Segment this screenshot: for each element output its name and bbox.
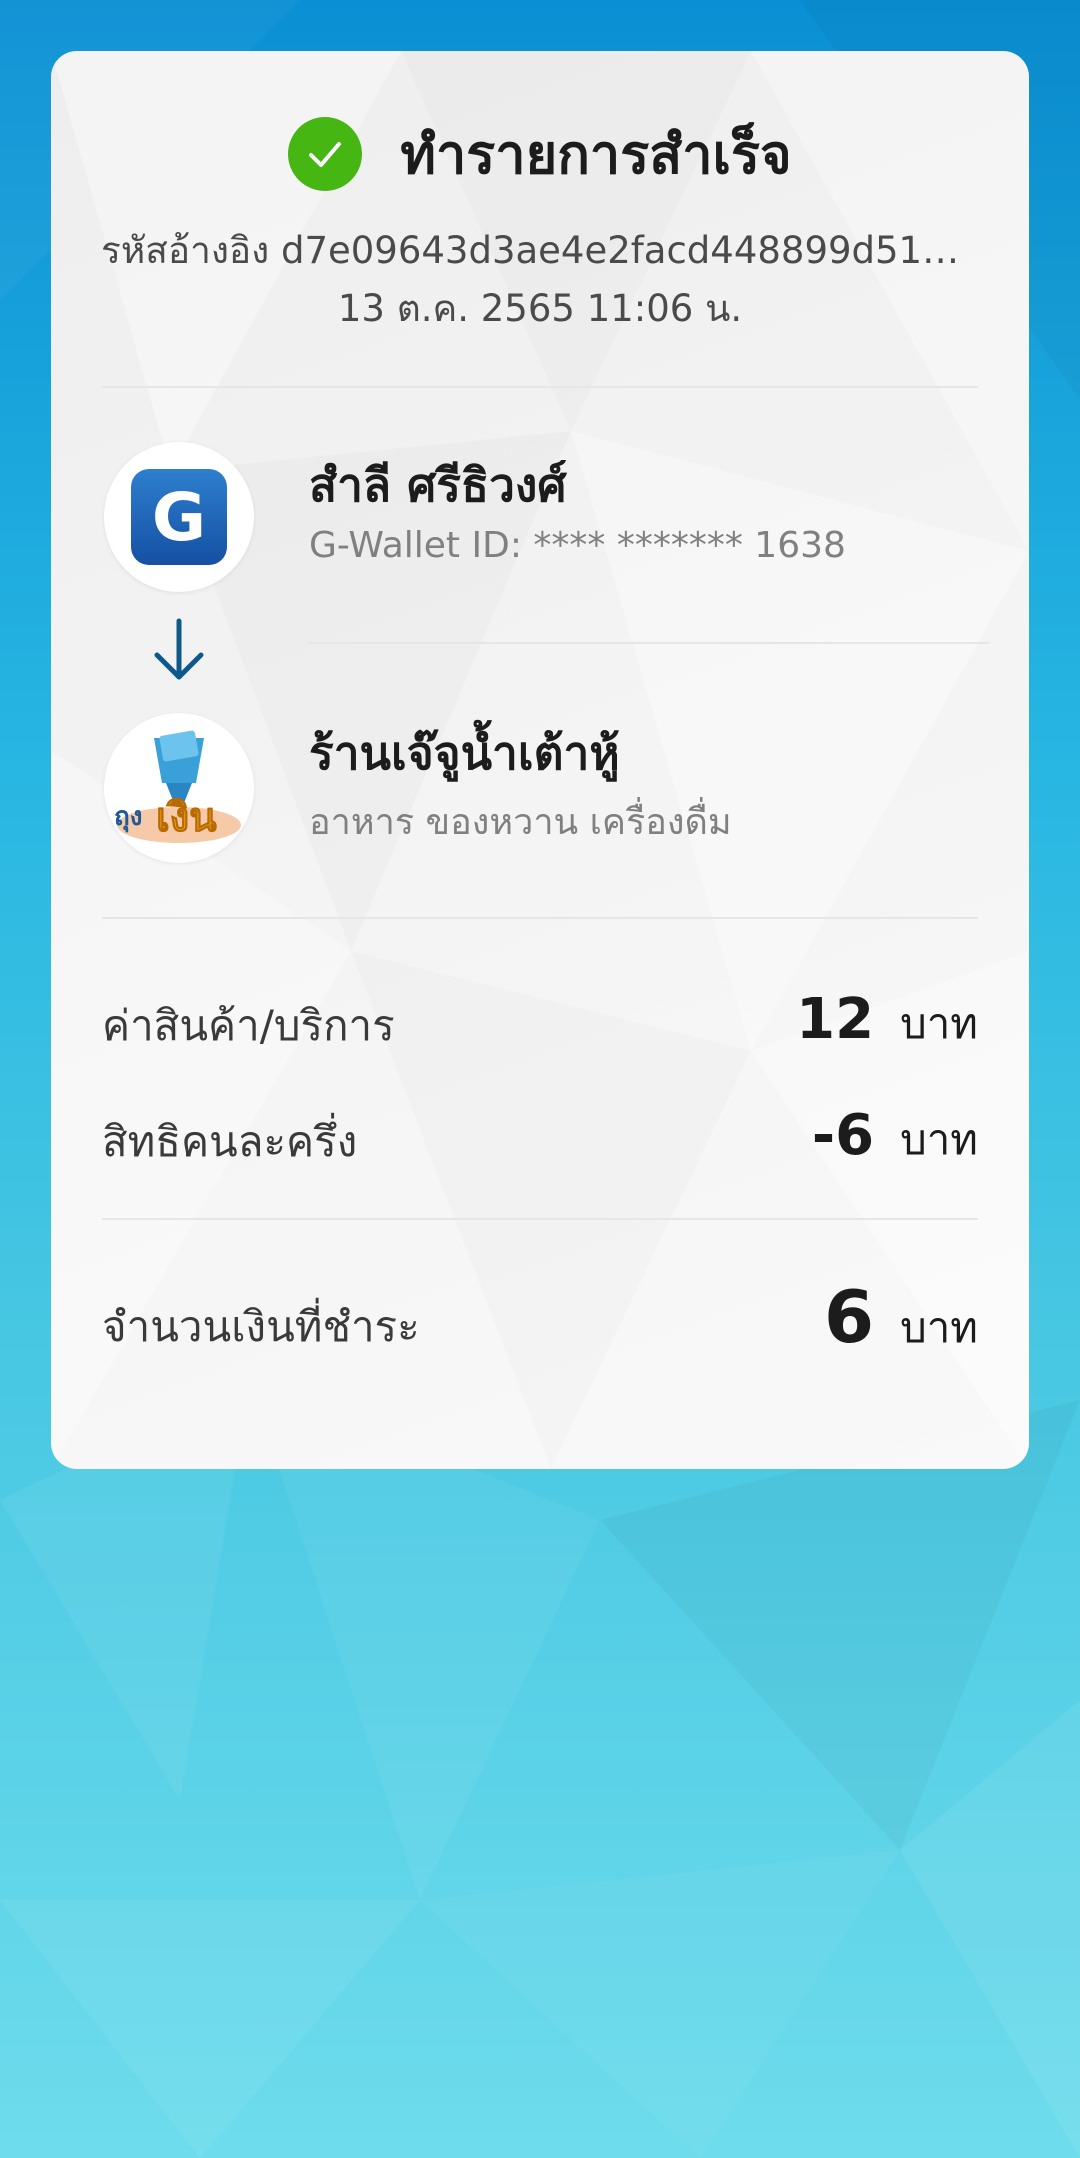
status-header: ทำรายการสำเร็จ: [51, 111, 1029, 197]
reference-id: รหัสอ้างอิง d7e09643d3ae4e2facd448899d51…: [101, 229, 979, 272]
divider: [309, 642, 989, 644]
discount-unit: บาท: [900, 1115, 978, 1164]
arrow-down-icon: [154, 618, 204, 680]
payee-logo: ถุง เงิน: [104, 713, 254, 863]
divider: [102, 386, 978, 388]
discount-label: สิทธิคนละครึ่ง: [102, 1117, 358, 1166]
g-wallet-icon: G: [131, 469, 227, 565]
discount-value: -6: [811, 1103, 875, 1168]
total-amount: 6 บาท: [824, 1275, 978, 1361]
thung-ngoen-icon: ถุง เงิน: [114, 730, 241, 843]
svg-text:เงิน: เงิน: [156, 795, 217, 841]
payee-name: ร้านเจ๊จูน้ำเต้าหู้: [309, 726, 620, 780]
discount-amount: -6 บาท: [812, 1103, 978, 1173]
price-amount: 12 บาท: [796, 987, 978, 1057]
total-label: จำนวนเงินที่ชำระ: [102, 1302, 420, 1351]
transaction-datetime: 13 ต.ค. 2565 11:06 น.: [337, 287, 743, 330]
payer-name: สำลี ศรีธิวงศ์: [309, 458, 567, 512]
price-unit: บาท: [900, 999, 978, 1048]
price-label: ค่าสินค้า/บริการ: [102, 1001, 395, 1050]
total-unit: บาท: [900, 1303, 978, 1352]
payer-logo: G: [104, 442, 254, 592]
check-icon: [288, 117, 363, 191]
divider: [102, 917, 978, 919]
divider: [102, 1218, 978, 1220]
payer-wallet-id: G-Wallet ID: **** ******* 1638: [309, 525, 846, 566]
price-value: 12: [796, 987, 875, 1052]
payee-category: อาหาร ของหวาน เครื่องดื่ม: [309, 802, 732, 843]
status-title: ทำรายการสำเร็จ: [400, 123, 792, 186]
receipt-card: ทำรายการสำเร็จ รหัสอ้างอิง d7e09643d3ae4…: [51, 51, 1029, 1469]
svg-text:ถุง: ถุง: [114, 802, 142, 833]
total-value: 6: [823, 1275, 875, 1359]
